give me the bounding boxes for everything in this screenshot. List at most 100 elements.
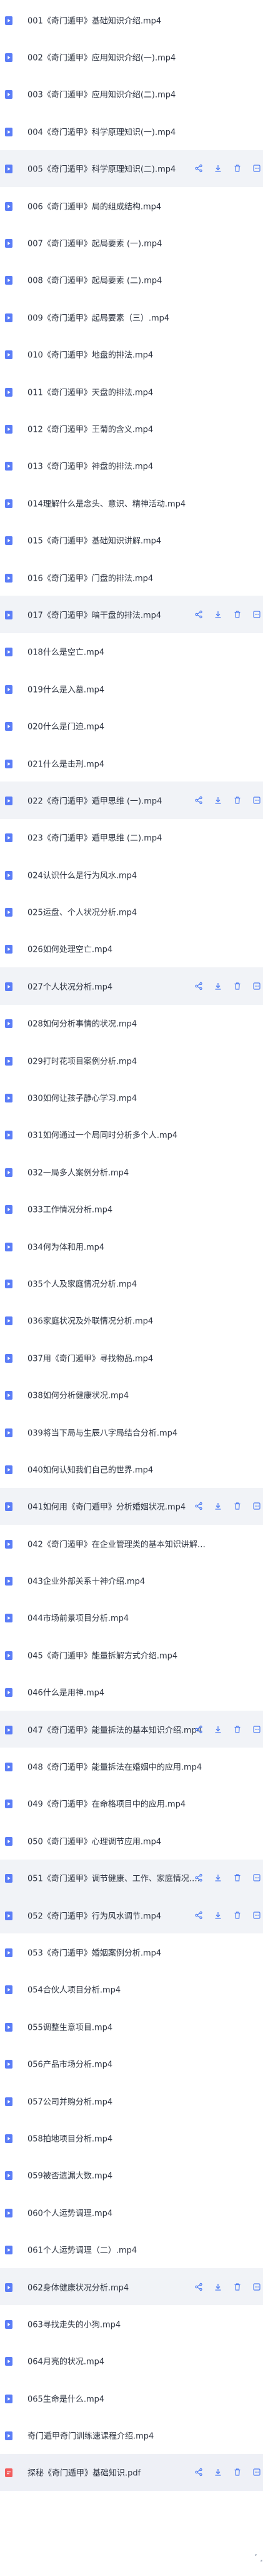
file-name[interactable]: 006《奇门遁甲》局的组成结构.mp4 — [27, 200, 161, 211]
file-row[interactable]: 057公司并购分析.mp4 — [0, 2082, 263, 2119]
delete-icon[interactable] — [233, 2283, 242, 2291]
file-name[interactable]: 025运盘、个人状况分析.mp4 — [27, 906, 137, 918]
download-icon[interactable] — [214, 610, 222, 619]
file-name[interactable]: 042《奇门遁甲》在企业管理类的基本知识讲解.mp4 — [27, 1537, 206, 1549]
file-name[interactable]: 001《奇门遁甲》基础知识介绍.mp4 — [27, 14, 161, 26]
file-row[interactable]: 005《奇门遁甲》科学原理知识(二).mp4 — [0, 150, 263, 187]
file-row[interactable]: 026如何处理空亡.mp4 — [0, 930, 263, 967]
file-name[interactable]: 040如何认知我们自己的世界.mp4 — [27, 1463, 153, 1475]
file-name[interactable]: 019什么是入墓.mp4 — [27, 683, 104, 695]
share-icon[interactable] — [194, 2468, 203, 2477]
file-row[interactable]: 018什么是空亡.mp4 — [0, 633, 263, 670]
file-row[interactable]: 063寻找走失的小狗.mp4 — [0, 2305, 263, 2342]
file-name[interactable]: 033工作情况分析.mp4 — [27, 1203, 112, 1215]
file-name[interactable]: 007《奇门遁甲》起局要素 (一).mp4 — [27, 237, 162, 249]
file-row[interactable]: 054合伙人项目分析.mp4 — [0, 1971, 263, 2008]
file-name[interactable]: 003《奇门遁甲》应用知识介绍(二).mp4 — [27, 88, 176, 100]
file-row[interactable]: 011《奇门遁甲》天盘的排法.mp4 — [0, 373, 263, 410]
file-name[interactable]: 053《奇门遁甲》婚姻案例分析.mp4 — [27, 1947, 161, 1958]
file-row[interactable]: 021什么是击刑.mp4 — [0, 745, 263, 781]
file-name[interactable]: 038如何分析健康状况.mp4 — [27, 1389, 129, 1401]
file-name[interactable]: 064月亮的状况.mp4 — [27, 2355, 104, 2367]
more-icon[interactable] — [252, 796, 261, 805]
file-name[interactable]: 031如何通过一个局同时分析多个人.mp4 — [27, 1129, 177, 1141]
file-name[interactable]: 008《奇门遁甲》起局要素 (二).mp4 — [27, 274, 162, 286]
file-name[interactable]: 032一局多人案例分析.mp4 — [27, 1166, 129, 1178]
file-row[interactable]: 053《奇门遁甲》婚姻案例分析.mp4 — [0, 1933, 263, 1970]
file-name[interactable]: 029打时花项目案例分析.mp4 — [27, 1054, 137, 1066]
file-name[interactable]: 054合伙人项目分析.mp4 — [27, 1983, 121, 1995]
file-row[interactable]: 012《奇门遁甲》王菊的含义.mp4 — [0, 410, 263, 447]
file-row[interactable]: 045《奇门遁甲》能量拆解方式介绍.mp4 — [0, 1636, 263, 1673]
file-row[interactable]: 036家庭状况及外联情况分析.mp4 — [0, 1302, 263, 1339]
file-row[interactable]: 034何为体和用.mp4 — [0, 1228, 263, 1265]
file-name[interactable]: 039将当下局与生辰八字局结合分析.mp4 — [27, 1426, 177, 1438]
file-name[interactable]: 034何为体和用.mp4 — [27, 1240, 104, 1252]
file-name[interactable]: 041如何用《奇门遁甲》分析婚姻状况.mp4 — [27, 1500, 186, 1512]
file-row[interactable]: 041如何用《奇门遁甲》分析婚姻状况.mp4 — [0, 1487, 263, 1525]
file-name[interactable]: 005《奇门遁甲》科学原理知识(二).mp4 — [27, 163, 176, 175]
file-row[interactable]: 038如何分析健康状况.mp4 — [0, 1376, 263, 1413]
share-icon[interactable] — [194, 164, 203, 173]
file-row[interactable]: 023《奇门遁甲》遁甲思维 (二).mp4 — [0, 819, 263, 856]
file-name[interactable]: 048《奇门遁甲》能量拆法在婚姻中的应用.mp4 — [27, 1761, 202, 1773]
delete-icon[interactable] — [233, 1873, 242, 1882]
download-icon[interactable] — [214, 1502, 222, 1510]
file-name[interactable]: 010《奇门遁甲》地盘的排法.mp4 — [27, 349, 153, 360]
file-row[interactable]: 025运盘、个人状况分析.mp4 — [0, 893, 263, 930]
file-row[interactable]: 047《奇门遁甲》能量拆法的基本知识介绍.mp4 — [0, 1710, 263, 1748]
download-icon[interactable] — [214, 1873, 222, 1882]
download-icon[interactable] — [214, 164, 222, 173]
file-row[interactable]: 039将当下局与生辰八字局结合分析.mp4 — [0, 1413, 263, 1450]
more-icon[interactable] — [252, 1725, 261, 1734]
file-name[interactable]: 060个人运势调理.mp4 — [27, 2206, 112, 2218]
file-name[interactable]: 奇门遁甲奇门训练速课程介绍.mp4 — [27, 2430, 154, 2441]
share-icon[interactable] — [194, 1911, 203, 1920]
file-name[interactable]: 059被否遗漏大数.mp4 — [27, 2169, 112, 2181]
file-row[interactable]: 001《奇门遁甲》基础知识介绍.mp4 — [0, 1, 263, 38]
download-icon[interactable] — [214, 1911, 222, 1920]
more-icon[interactable] — [252, 1911, 261, 1920]
file-row[interactable]: 062身体健康状况分析.mp4 — [0, 2268, 263, 2306]
file-row[interactable]: 024认识什么是行为风水.mp4 — [0, 856, 263, 893]
file-row[interactable]: 059被否遗漏大数.mp4 — [0, 2157, 263, 2194]
file-row[interactable]: 055调整生意项目.mp4 — [0, 2008, 263, 2045]
delete-icon[interactable] — [233, 2468, 242, 2477]
file-row[interactable]: 027个人状况分析.mp4 — [0, 967, 263, 1005]
file-name[interactable]: 043企业外部关系十神介绍.mp4 — [27, 1575, 145, 1587]
file-name[interactable]: 046什么是用神.mp4 — [27, 1686, 104, 1698]
file-name[interactable]: 049《奇门遁甲》在命格项目中的应用.mp4 — [27, 1798, 186, 1810]
file-name[interactable]: 045《奇门遁甲》能量拆解方式介绍.mp4 — [27, 1649, 177, 1661]
file-row[interactable]: 014理解什么是念头、意识、精神活动.mp4 — [0, 484, 263, 521]
more-icon[interactable] — [252, 982, 261, 990]
file-row[interactable]: 002《奇门遁甲》应用知识介绍(一).mp4 — [0, 38, 263, 75]
file-name[interactable]: 014理解什么是念头、意识、精神活动.mp4 — [27, 497, 186, 509]
file-row[interactable]: 040如何认知我们自己的世界.mp4 — [0, 1450, 263, 1487]
file-row[interactable]: 065生命是什么.mp4 — [0, 2380, 263, 2416]
file-name[interactable]: 009《奇门遁甲》起局要素（三）.mp4 — [27, 311, 169, 323]
file-row[interactable]: 044市场前景项目分析.mp4 — [0, 1599, 263, 1636]
file-name[interactable]: 047《奇门遁甲》能量拆法的基本知识介绍.mp4 — [27, 1723, 202, 1735]
file-name[interactable]: 061个人运势调理（二）.mp4 — [27, 2244, 137, 2256]
share-icon[interactable] — [194, 1502, 203, 1510]
file-row[interactable]: 015《奇门遁甲》基础知识讲解.mp4 — [0, 521, 263, 558]
file-row[interactable]: 050《奇门遁甲》心理调节应用.mp4 — [0, 1822, 263, 1859]
delete-icon[interactable] — [233, 1911, 242, 1920]
file-row[interactable]: 064月亮的状况.mp4 — [0, 2343, 263, 2380]
file-row[interactable]: 022《奇门遁甲》遁甲思维 (一).mp4 — [0, 781, 263, 819]
delete-icon[interactable] — [233, 610, 242, 619]
file-name[interactable]: 020什么是门迫.mp4 — [27, 720, 104, 732]
file-name[interactable]: 057公司并购分析.mp4 — [27, 2095, 112, 2107]
file-name[interactable]: 050《奇门遁甲》心理调节应用.mp4 — [27, 1835, 161, 1846]
file-row[interactable]: 030如何让孩子静心学习.mp4 — [0, 1079, 263, 1116]
file-row[interactable]: 004《奇门遁甲》科学原理知识(一).mp4 — [0, 113, 263, 150]
file-row[interactable]: 010《奇门遁甲》地盘的排法.mp4 — [0, 336, 263, 373]
file-name[interactable]: 065生命是什么.mp4 — [27, 2392, 104, 2404]
file-row[interactable]: 058拍地项目分析.mp4 — [0, 2119, 263, 2156]
file-row[interactable]: 探秘《奇门遁甲》基础知识.pdf — [0, 2453, 263, 2492]
file-name[interactable]: 058拍地项目分析.mp4 — [27, 2132, 112, 2144]
file-row[interactable]: 033工作情况分析.mp4 — [0, 1191, 263, 1228]
file-name[interactable]: 011《奇门遁甲》天盘的排法.mp4 — [27, 385, 153, 397]
file-name[interactable]: 063寻找走失的小狗.mp4 — [27, 2318, 121, 2329]
file-row[interactable]: 056产品市场分析.mp4 — [0, 2045, 263, 2082]
